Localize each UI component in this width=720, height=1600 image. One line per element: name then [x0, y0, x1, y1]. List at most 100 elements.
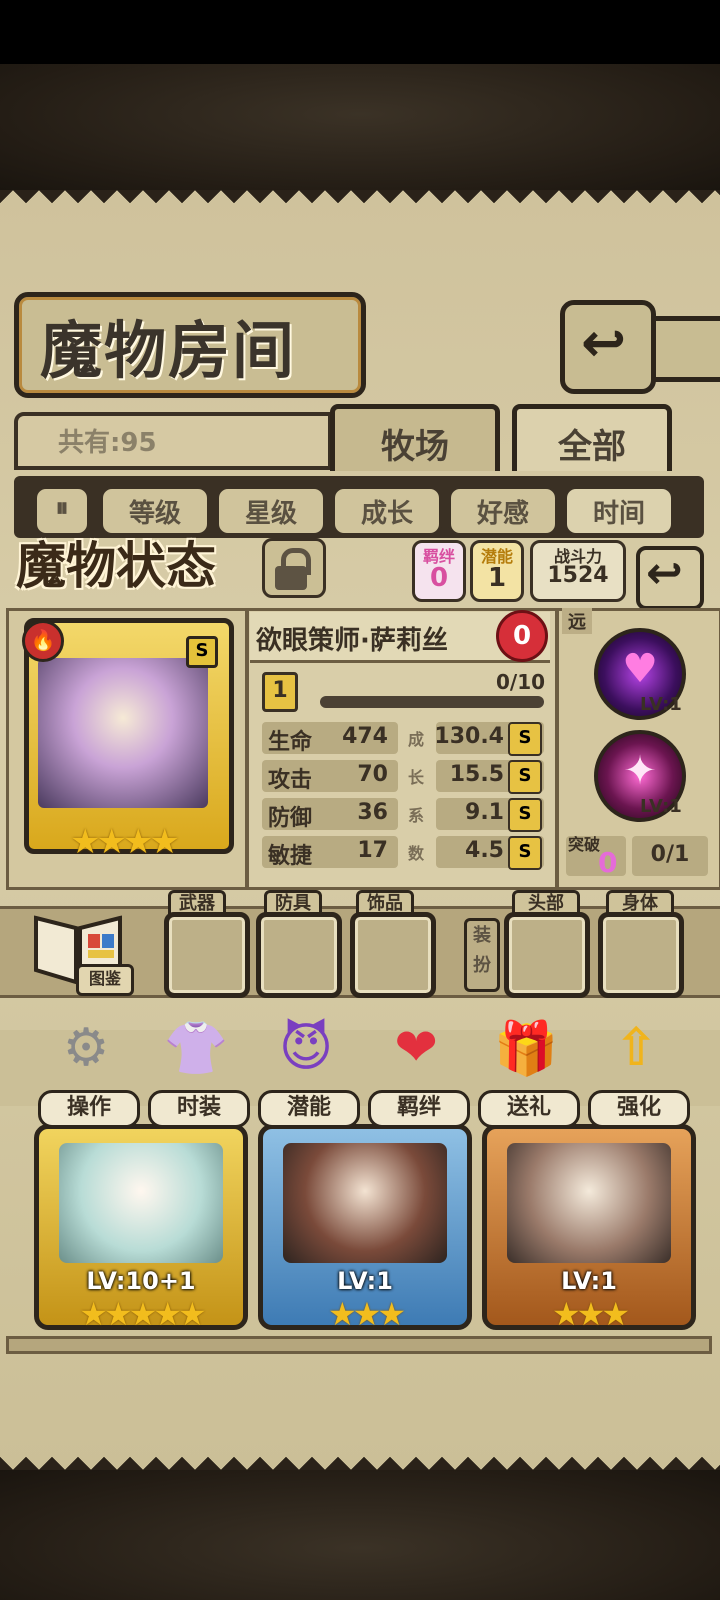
tab-ranch[interactable]: 牧场: [330, 404, 500, 471]
sort-chip-label: 时间: [592, 499, 645, 529]
roster-stars: ★★★: [327, 1295, 406, 1333]
sort-chip-label: 好感: [476, 499, 529, 529]
monster-portrait: [38, 658, 208, 808]
growth-row: 4.5 S: [436, 836, 544, 870]
return-icon: ↩: [646, 548, 683, 599]
stat-row: 防御 36: [262, 798, 398, 831]
growth-row: 9.1 S: [436, 798, 544, 832]
action-label: 潜能: [258, 1090, 360, 1128]
lock-icon-body: [275, 566, 307, 590]
monster-stars: ★★★★: [70, 822, 180, 862]
break-value: 0: [598, 846, 618, 879]
back-button[interactable]: ↩: [560, 300, 656, 394]
heart-icon: ♥: [622, 646, 658, 692]
growth-grade: S: [508, 798, 542, 832]
status-bar: [0, 0, 720, 64]
power-chip: 战斗力 1524: [530, 540, 626, 602]
sort-chip-growth[interactable]: 成长: [332, 486, 442, 536]
skill-level: LV:1: [640, 796, 682, 817]
action-operate-button[interactable]: ⚙ 操作: [38, 1010, 140, 1128]
roster-stars: ★★★: [551, 1295, 630, 1333]
growth-row: 130.4 S: [434, 722, 544, 756]
range-tag: 远: [562, 608, 592, 634]
gift-icon: 🎁: [493, 1018, 559, 1079]
growth-caption: 系: [408, 806, 425, 825]
status-back-button[interactable]: ↩: [636, 546, 704, 610]
total-count: 共有:95: [58, 428, 157, 458]
bond-value: 0: [429, 563, 449, 593]
roster-portrait: [507, 1143, 671, 1263]
background-bottom: [0, 1470, 720, 1600]
action-label: 操作: [38, 1090, 140, 1128]
bond-chip: 羁绊 0: [412, 540, 466, 602]
pause-icon: ⏸: [55, 493, 69, 523]
power-value: 1524: [547, 563, 609, 588]
equip-slot-armor[interactable]: [256, 912, 342, 998]
roster-level: LV:10+1: [86, 1267, 196, 1295]
roster-portrait: [59, 1143, 223, 1263]
action-fashion-button[interactable]: 👚 时装: [148, 1010, 250, 1128]
hearts-icon: ❤: [394, 1018, 438, 1078]
sort-chip-affection[interactable]: 好感: [448, 486, 558, 536]
up-arrows-icon: ⇧: [614, 1018, 658, 1078]
stat-row: 攻击 70: [262, 760, 398, 793]
equip-slot-accessory[interactable]: [350, 912, 436, 998]
stat-value: 474: [342, 724, 388, 749]
break-label: 突破: [568, 835, 601, 854]
growth-caption: 数: [408, 844, 425, 863]
monster-name: 欲眼策师·萨莉丝: [256, 626, 448, 656]
growth-grade: S: [508, 722, 542, 756]
equip-slot-weapon[interactable]: [164, 912, 250, 998]
sort-chip-label: 成长: [360, 499, 413, 529]
tab-ranch-label: 牧场: [381, 427, 449, 467]
tab-all-label: 全部: [558, 427, 626, 467]
roster-card[interactable]: LV:1 ★★★: [258, 1124, 472, 1333]
potential-value: 1: [487, 563, 507, 593]
roster-card[interactable]: LV:1 ★★★: [482, 1124, 696, 1333]
skill-level: LV:1: [640, 694, 682, 715]
codex-label[interactable]: 图鉴: [76, 964, 134, 996]
action-label: 羁绊: [368, 1090, 470, 1128]
torn-edge-top: [0, 190, 720, 216]
stat-label: 防御: [268, 806, 313, 831]
bottom-rail: [6, 1336, 712, 1354]
action-gift-button[interactable]: 🎁 送礼: [478, 1010, 580, 1128]
action-label: 强化: [588, 1090, 690, 1128]
break-progress-text: 0/1: [650, 842, 690, 867]
potential-chip: 潜能 1: [470, 540, 524, 602]
stat-row: 生命 474: [262, 722, 398, 755]
sort-chip-stars[interactable]: 星级: [216, 486, 326, 536]
growth-value: 130.4: [434, 724, 504, 749]
growth-row: 15.5 S: [436, 760, 544, 794]
page-title: 魔物房间: [40, 314, 297, 387]
level-badge: 1: [262, 672, 298, 712]
stat-label: 生命: [268, 730, 313, 755]
torn-edge-bottom: [0, 1444, 720, 1470]
growth-value: 15.5: [449, 762, 504, 787]
growth-caption: 长: [408, 768, 425, 787]
action-label: 送礼: [478, 1090, 580, 1128]
sort-chip-label: 等级: [128, 499, 181, 529]
sort-chip-label: 星级: [244, 499, 297, 529]
gear-icon: ⚙: [62, 1018, 110, 1078]
equip-slot-head[interactable]: [504, 912, 590, 998]
stat-value: 17: [357, 838, 388, 863]
stat-label: 攻击: [268, 768, 313, 793]
roster-card[interactable]: LV:10+1 ★★★★★: [34, 1124, 248, 1333]
equip-slot-body[interactable]: [598, 912, 684, 998]
stat-row: 敏捷 17: [262, 836, 398, 869]
status-title: 魔物状态: [16, 536, 216, 595]
roster-level: LV:1: [337, 1267, 393, 1295]
exp-text: 0/10: [496, 670, 546, 694]
stat-label: 敏捷: [268, 844, 313, 869]
rank-badge: S: [186, 636, 218, 668]
action-potential-button[interactable]: 😈 潜能: [258, 1010, 360, 1128]
affection-heart-icon[interactable]: 0: [496, 610, 548, 662]
action-enhance-button[interactable]: ⇧ 强化: [588, 1010, 690, 1128]
fire-element-icon: 🔥: [22, 620, 64, 662]
tab-all[interactable]: 全部: [512, 404, 672, 471]
demon-icon: 😈: [278, 1018, 334, 1078]
sort-chip-time[interactable]: 时间: [564, 486, 674, 536]
action-bond-button[interactable]: ❤ 羁绊: [368, 1010, 470, 1128]
exp-bar: [320, 696, 544, 708]
